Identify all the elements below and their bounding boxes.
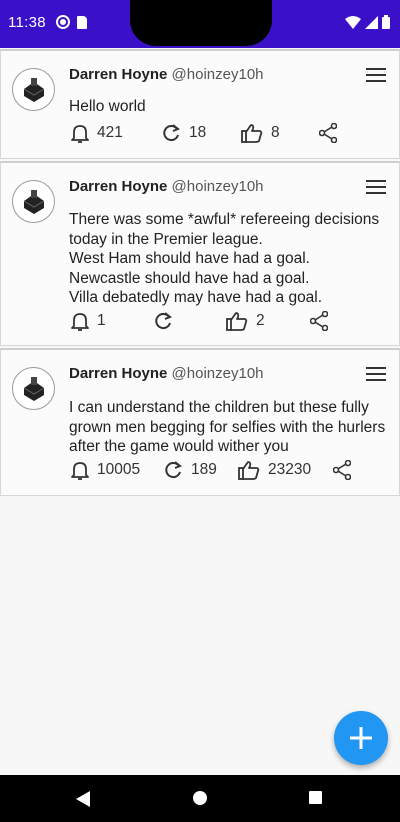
retweet-count: 18 [189,124,207,141]
thumbs-up-icon [241,124,263,143]
avatar[interactable] [12,68,55,111]
back-icon[interactable] [76,791,90,807]
thumbs-up-icon [238,461,260,480]
notification-action[interactable]: 421 [71,123,123,143]
wifi-icon [345,15,361,29]
navigation-bar [0,775,400,822]
author-handle[interactable]: @hoinzey [172,178,239,195]
post-header: Darren Hoyne @hoinzey10h [69,66,264,83]
author-handle[interactable]: @hoinzey [172,365,239,382]
retweet-count: 189 [191,461,217,478]
like-count: 2 [256,312,265,329]
share-icon [319,123,337,143]
bell-icon [71,462,89,480]
author-name[interactable]: Darren Hoyne [69,66,167,83]
post-time: 10h [238,365,264,382]
post-body: Hello world [69,98,146,115]
author-handle[interactable]: @hoinzey [172,66,239,83]
battery-icon [382,15,390,29]
like-count: 8 [271,124,280,141]
bell-icon [71,313,89,331]
sd-card-icon [77,16,87,29]
camera-notch [130,0,272,46]
notification-count: 421 [97,124,123,141]
repeat-icon [163,124,180,142]
retweet-action[interactable]: 18 [161,123,206,143]
post-card[interactable]: Darren Hoyne @hoinzey10h Hello world 421… [0,49,400,159]
avatar[interactable] [12,180,55,223]
menu-icon[interactable] [366,67,386,83]
avatar[interactable] [12,367,55,410]
author-name[interactable]: Darren Hoyne [69,365,167,382]
compose-post-button[interactable] [334,711,388,765]
share-action[interactable] [333,460,351,480]
notification-count: 1 [97,312,106,329]
menu-icon[interactable] [366,366,386,382]
post-card[interactable]: Darren Hoyne @hoinzey10h There was some … [0,161,400,346]
post-card[interactable]: Darren Hoyne @hoinzey10h I can understan… [0,348,400,496]
notification-app-icon [56,15,70,29]
post-time: 10h [238,178,264,195]
repeat-icon [165,461,182,479]
status-bar: 11:38 [0,0,400,48]
bell-icon [71,125,89,143]
post-body: I can understand the children but these … [69,399,386,455]
keyboard-switch-avatar-icon [23,376,44,401]
recents-icon[interactable] [309,791,322,804]
share-action[interactable] [310,311,328,331]
post-feed: Darren Hoyne @hoinzey10h Hello world 421… [0,49,400,498]
status-left-icons [56,15,87,29]
signal-icon [365,15,378,29]
like-action[interactable]: 2 [226,311,265,331]
post-header: Darren Hoyne @hoinzey10h [69,365,264,382]
like-action[interactable]: 8 [241,123,280,143]
plus-icon [350,727,372,749]
post-time: 10h [238,66,264,83]
thumbs-up-icon [226,312,248,331]
notification-action[interactable]: 10005 [71,460,140,480]
home-icon[interactable] [193,791,207,805]
share-icon [310,311,328,331]
retweet-action[interactable] [153,311,181,331]
retweet-action[interactable]: 189 [163,460,217,480]
post-header: Darren Hoyne @hoinzey10h [69,178,264,195]
status-right-icons [345,15,390,29]
notification-action[interactable]: 1 [71,311,106,331]
menu-icon[interactable] [366,179,386,195]
repeat-icon [155,312,172,330]
keyboard-switch-avatar-icon [23,77,44,102]
share-icon [333,460,351,480]
author-name[interactable]: Darren Hoyne [69,178,167,195]
like-action[interactable]: 23230 [238,460,311,480]
keyboard-switch-avatar-icon [23,189,44,214]
post-body: There was some *awful* refereeing decisi… [69,211,380,306]
status-time: 11:38 [8,14,46,31]
like-count: 23230 [268,461,312,478]
share-action[interactable] [319,123,337,143]
notification-count: 10005 [97,461,141,478]
